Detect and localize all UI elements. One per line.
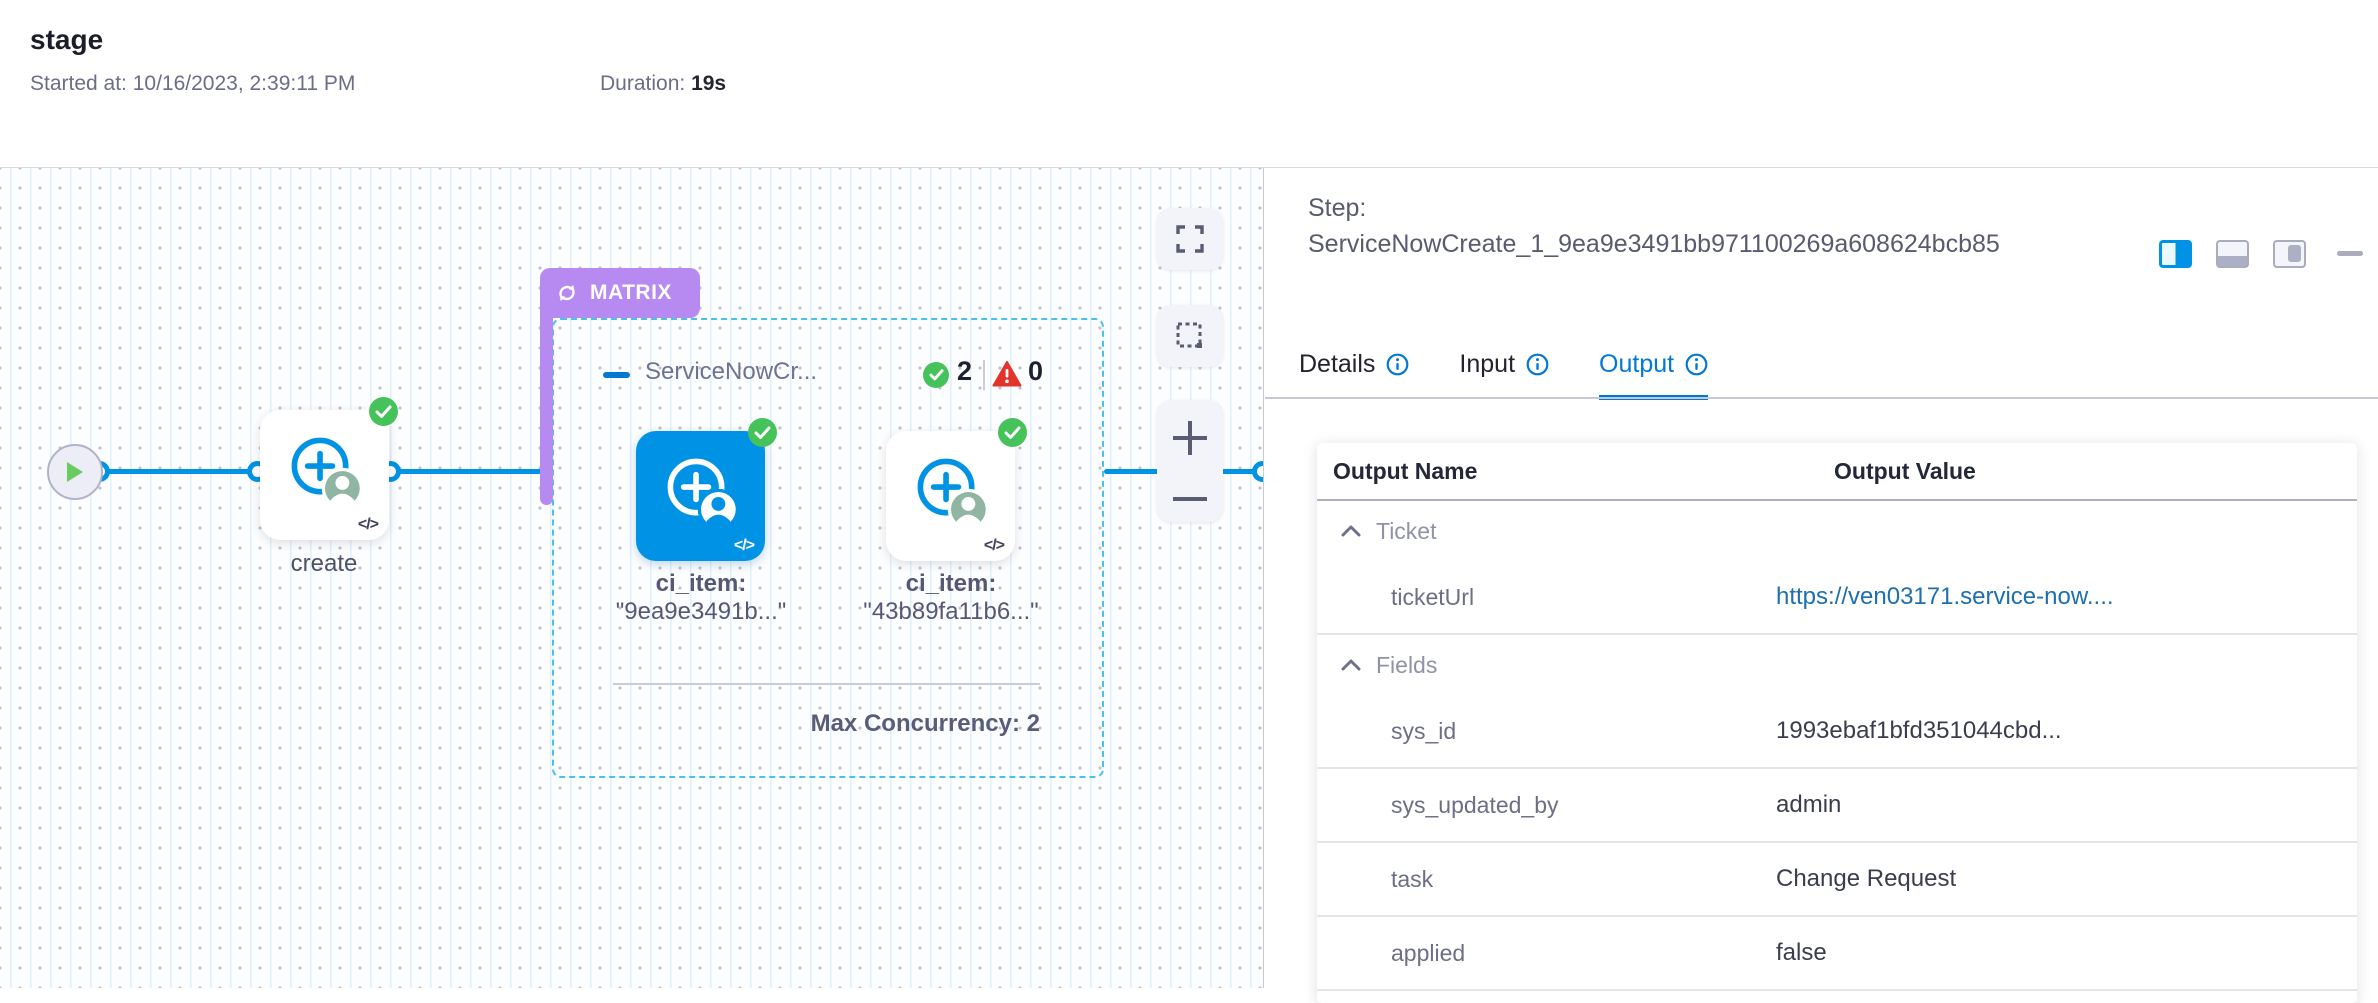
col-output-value: Output Value xyxy=(1834,458,1976,485)
matrix-group-title: ServiceNowCr... xyxy=(645,358,817,386)
minimize-panel-icon[interactable] xyxy=(2337,251,2363,256)
play-icon xyxy=(65,460,85,484)
info-icon xyxy=(1386,353,1409,376)
tab-output[interactable]: Output xyxy=(1599,350,1708,393)
output-table: Output Name Output Value Ticket ticketUr… xyxy=(1317,443,2357,1003)
step-title: Step: ServiceNowCreate_1_9ea9e3491bb9711… xyxy=(1308,190,2048,262)
table-row: sys_id 1993ebaf1bfd351044cbd... xyxy=(1317,695,2357,769)
edge-create-matrix xyxy=(390,469,545,474)
started-at-label: Started at: xyxy=(30,72,127,95)
group-label: Fields xyxy=(1376,652,1437,679)
info-icon xyxy=(1685,353,1708,376)
success-badge-icon xyxy=(748,418,777,447)
output-name: sys_id xyxy=(1317,718,1776,745)
fullscreen-icon xyxy=(1175,224,1205,254)
max-concurrency: Max Concurrency: 2 xyxy=(613,710,1040,738)
create-step-icon xyxy=(282,428,368,514)
output-value: 1993ebaf1bfd351044cbd... xyxy=(1776,717,2062,745)
tabs-divider xyxy=(1265,397,2378,399)
chevron-up-icon[interactable] xyxy=(1341,659,1361,671)
tab-details[interactable]: Details xyxy=(1299,350,1409,393)
duration-value: 19s xyxy=(691,72,726,95)
node-create[interactable]: </> xyxy=(260,410,389,540)
collapse-icon[interactable] xyxy=(603,372,630,378)
matrix-node-2[interactable]: </> xyxy=(886,431,1015,561)
output-name: applied xyxy=(1317,940,1776,967)
marquee-select-icon xyxy=(1174,320,1206,352)
table-row: ticketUrl https://ven03171.service-now..… xyxy=(1317,561,2357,635)
page-title: stage xyxy=(30,24,103,56)
matrix-badge[interactable]: MATRIX xyxy=(540,268,700,318)
step-label: Step: xyxy=(1308,190,2048,226)
success-badge-icon xyxy=(369,397,398,426)
layout-bottom-panel-button[interactable] xyxy=(2216,240,2249,268)
group-label: Ticket xyxy=(1376,518,1437,545)
output-name: ticketUrl xyxy=(1317,584,1776,611)
info-icon xyxy=(1526,353,1549,376)
select-area-button[interactable] xyxy=(1157,305,1223,367)
started-at: Started at: 10/16/2023, 2:39:11 PM xyxy=(30,72,355,96)
tab-input[interactable]: Input xyxy=(1459,350,1549,393)
create-step-icon xyxy=(908,449,994,535)
ticket-url-link[interactable]: https://ven03171.service-now.... xyxy=(1776,583,2114,611)
matrix-group-box[interactable]: ServiceNowCr... 2 0 </> xyxy=(552,318,1104,778)
count-separator xyxy=(983,360,985,390)
table-row: applied false xyxy=(1317,917,2357,991)
chevron-up-icon[interactable] xyxy=(1341,525,1361,537)
start-node[interactable] xyxy=(47,444,103,500)
table-row: task Change Request xyxy=(1317,843,2357,917)
fit-to-screen-button[interactable] xyxy=(1157,208,1223,270)
node-create-label: create xyxy=(244,550,404,578)
matrix-node-1-label: ci_item: "9ea9e3491b..." xyxy=(571,570,831,626)
port-canvas-out xyxy=(1252,461,1264,482)
output-name: task xyxy=(1317,866,1776,893)
loop-icon xyxy=(554,280,580,306)
code-glyph-icon: </> xyxy=(984,537,1004,555)
duration-label: Duration: xyxy=(600,72,685,95)
code-glyph-icon: </> xyxy=(358,516,378,534)
group-fields[interactable]: Fields xyxy=(1317,635,2357,695)
output-value: admin xyxy=(1776,791,1841,819)
success-count-icon xyxy=(923,362,949,388)
layout-floating-panel-button[interactable] xyxy=(2273,240,2306,268)
layout-right-panel-button[interactable] xyxy=(2159,240,2192,268)
zoom-control[interactable] xyxy=(1157,400,1223,522)
success-count: 2 xyxy=(957,356,972,387)
zoom-out-icon[interactable] xyxy=(1173,497,1207,501)
matrix-node-2-label: ci_item: "43b89fa11b6..." xyxy=(821,570,1081,626)
output-name: sys_updated_by xyxy=(1317,792,1776,819)
step-tabs: Details Input Output xyxy=(1299,350,1708,393)
stage-header: stage Started at: 10/16/2023, 2:39:11 PM… xyxy=(0,0,2378,167)
output-value: false xyxy=(1776,939,1827,967)
matrix-node-1[interactable]: </> xyxy=(636,431,765,561)
edge-start-create xyxy=(99,469,257,474)
matrix-divider xyxy=(613,683,1040,685)
started-at-value: 10/16/2023, 2:39:11 PM xyxy=(133,72,356,95)
step-name: ServiceNowCreate_1_9ea9e3491bb971100269a… xyxy=(1308,226,2048,262)
failed-count: 0 xyxy=(1028,356,1043,387)
zoom-in-icon[interactable] xyxy=(1173,421,1207,455)
step-details-panel: Step: ServiceNowCreate_1_9ea9e3491bb9711… xyxy=(1265,168,2378,988)
table-header-row: Output Name Output Value xyxy=(1317,443,2357,501)
matrix-accent-bar xyxy=(540,298,553,505)
code-glyph-icon: </> xyxy=(734,537,754,555)
warning-icon xyxy=(992,360,1022,388)
table-row: sys_updated_by admin xyxy=(1317,769,2357,843)
pipeline-canvas[interactable]: </> create MATRIX ServiceNowCr... 2 0 xyxy=(0,168,1264,988)
output-value: Change Request xyxy=(1776,865,1956,893)
col-output-name: Output Name xyxy=(1317,458,1834,485)
group-ticket[interactable]: Ticket xyxy=(1317,501,2357,561)
matrix-badge-label: MATRIX xyxy=(590,281,672,305)
success-badge-icon xyxy=(998,418,1027,447)
create-step-icon xyxy=(658,449,744,535)
duration: Duration: 19s xyxy=(600,72,726,96)
